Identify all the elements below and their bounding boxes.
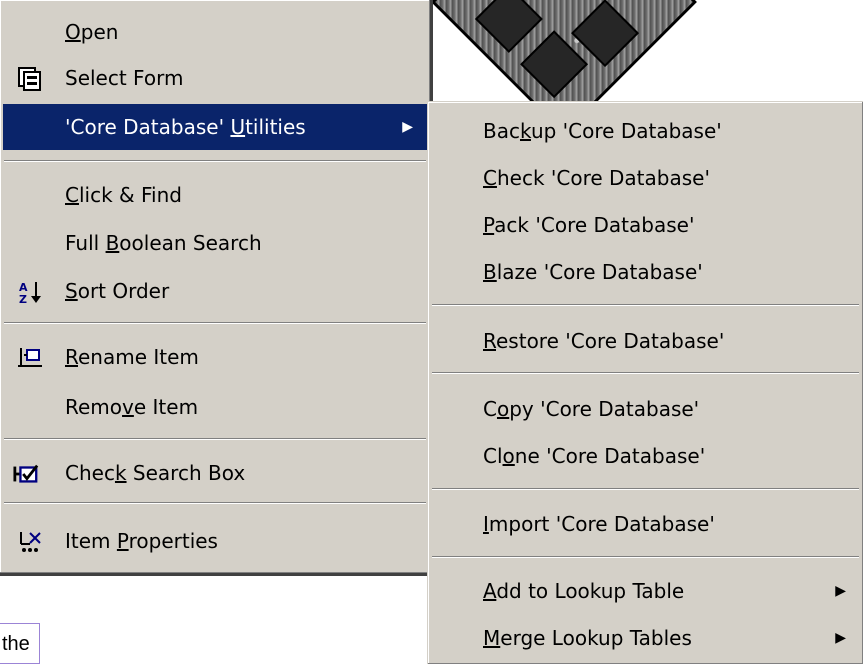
menu-item-pack-core-database[interactable]: Pack 'Core Database' bbox=[431, 202, 860, 248]
menu-item-check-core-database[interactable]: Check 'Core Database' bbox=[431, 155, 860, 201]
menu-item-remove-item[interactable]: Remove Item bbox=[3, 384, 427, 430]
sort-az-icon: A Z bbox=[17, 279, 43, 305]
menu-separator bbox=[4, 322, 426, 324]
menu-separator bbox=[432, 304, 859, 306]
menu-item-import-core-database[interactable]: Import 'Core Database' bbox=[431, 501, 860, 547]
text-fragment: the bbox=[0, 623, 40, 664]
menu-item-clone-core-database[interactable]: Clone 'Core Database' bbox=[431, 433, 860, 479]
checkbox-icon bbox=[13, 461, 39, 487]
submenu-arrow-icon: ▶ bbox=[835, 583, 846, 599]
menu-separator bbox=[4, 160, 426, 162]
menu-item-sort-order[interactable]: A Z Sort Order bbox=[3, 268, 427, 314]
menu-item-core-database-utilities[interactable]: 'Core Database' Utilities ▶ bbox=[3, 104, 427, 150]
menu-item-restore-core-database[interactable]: Restore 'Core Database' bbox=[431, 318, 860, 364]
screen: Open Select Form 'Core Database' Utiliti… bbox=[0, 0, 863, 664]
properties-icon bbox=[17, 529, 43, 555]
menu-item-merge-lookup-tables[interactable]: Merge Lookup Tables ▶ bbox=[431, 615, 860, 661]
menu-item-item-properties[interactable]: Item Properties bbox=[3, 518, 427, 564]
menu-item-check-search-box[interactable]: Check Search Box bbox=[3, 450, 427, 496]
utilities-submenu: Backup 'Core Database' Check 'Core Datab… bbox=[427, 101, 863, 664]
submenu-arrow-icon: ▶ bbox=[402, 119, 413, 135]
menu-item-select-form[interactable]: Select Form bbox=[3, 55, 427, 101]
menu-separator bbox=[432, 372, 859, 374]
submenu-arrow-icon: ▶ bbox=[835, 630, 846, 646]
menu-item-click-and-find[interactable]: Click & Find bbox=[3, 172, 427, 218]
menu-item-copy-core-database[interactable]: Copy 'Core Database' bbox=[431, 386, 860, 432]
svg-text:Z: Z bbox=[19, 293, 27, 304]
menu-item-blaze-core-database[interactable]: Blaze 'Core Database' bbox=[431, 249, 860, 295]
menu-separator bbox=[432, 488, 859, 490]
menu-item-add-to-lookup-table[interactable]: Add to Lookup Table ▶ bbox=[431, 568, 860, 614]
menu-item-open[interactable]: Open bbox=[3, 9, 427, 55]
menu-item-rename-item[interactable]: Rename Item bbox=[3, 334, 427, 380]
rename-icon bbox=[17, 345, 43, 371]
menu-separator bbox=[4, 438, 426, 440]
menu-item-full-boolean-search[interactable]: Full Boolean Search bbox=[3, 220, 427, 266]
menu-item-backup-core-database[interactable]: Backup 'Core Database' bbox=[431, 108, 860, 154]
menu-separator bbox=[432, 556, 859, 558]
form-icon bbox=[17, 66, 43, 92]
context-menu: Open Select Form 'Core Database' Utiliti… bbox=[0, 0, 433, 576]
menu-separator bbox=[4, 502, 426, 504]
